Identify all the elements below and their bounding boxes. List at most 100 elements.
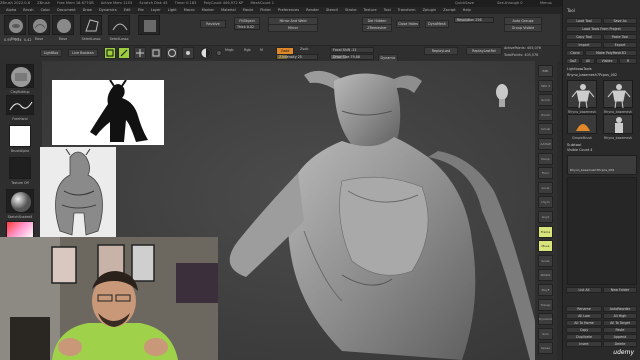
clone-button[interactable]: Clone — [566, 50, 584, 56]
color-swatch[interactable] — [216, 50, 222, 56]
z-intensity-slider[interactable]: Z Intensity 25 — [276, 54, 318, 60]
material-sphere[interactable] — [200, 47, 212, 59]
nav-button-dynamic[interactable]: Dynamic — [538, 313, 553, 326]
menu-item-alpha[interactable]: Alpha — [6, 8, 16, 12]
all-to-target-button[interactable]: All To Target — [603, 320, 637, 326]
nav-button-scroll[interactable]: Scroll — [538, 94, 553, 107]
group-visible-button[interactable]: Group Visible — [504, 24, 542, 32]
menu-item-draw[interactable]: Draw — [83, 8, 92, 12]
mirror-button[interactable]: Mirror — [268, 24, 318, 32]
duplicate-button[interactable]: Duplicate — [566, 334, 602, 340]
zsub-button[interactable]: Zsub — [300, 47, 308, 52]
nav-button-solo[interactable]: Solo — [538, 327, 553, 340]
append-button[interactable]: Append — [603, 334, 637, 340]
make-polymesh3d-button[interactable]: Make PolyMesh3D — [585, 50, 637, 56]
live-boolean-button[interactable]: Live Boolean — [68, 49, 98, 57]
nav-button-actual[interactable]: Actual — [538, 123, 553, 136]
menu-item-preferences[interactable]: Preferences — [278, 8, 299, 12]
menu-item-zscript[interactable]: Zscript — [443, 8, 455, 12]
mrgb-label[interactable]: Mrgb — [225, 48, 234, 53]
goz-visible-button[interactable]: Visible — [596, 58, 618, 64]
replay-last-button[interactable]: ReplayLast — [424, 47, 458, 55]
menu-item-stroke[interactable]: Stroke — [345, 8, 356, 12]
move-button[interactable] — [134, 47, 146, 59]
paste-button[interactable]: Paste — [603, 327, 637, 333]
revolve-button[interactable]: Revolve — [200, 20, 226, 28]
brush-slot[interactable]: ClayBuildup — [6, 64, 34, 94]
zremesher-button[interactable]: ZRemesher — [362, 24, 392, 32]
thick-slider[interactable]: Thick 0.02 — [234, 24, 260, 30]
rename-button[interactable]: Rename — [566, 306, 602, 312]
subtool-item[interactable]: Rhyno_basemesh7Pcpos_002 — [567, 155, 637, 175]
stroke-slot[interactable]: FreeHand — [6, 95, 34, 121]
load-tools-from-project-button[interactable]: Load Tools From Project — [566, 26, 637, 32]
nav-button-zoom[interactable]: Zoom — [538, 108, 553, 121]
menu-item-movie[interactable]: Movie — [243, 8, 254, 12]
tool-thumb[interactable]: Rhyno_basemesh — [603, 114, 633, 140]
nav-button-persp[interactable]: Persp — [538, 152, 553, 165]
menu-item-edit[interactable]: Edit — [124, 8, 131, 12]
tile-unknown[interactable] — [138, 15, 160, 35]
see-through-slider[interactable]: See-through 0 — [497, 0, 523, 7]
copy-button[interactable]: Copy — [566, 327, 602, 333]
alpha-slot[interactable]: BrushAlpha — [9, 125, 31, 153]
tile-move-2[interactable]: Move — [28, 15, 50, 41]
transform-button[interactable] — [182, 47, 194, 59]
subtool-list[interactable] — [567, 177, 637, 285]
menu-item-marker[interactable]: Marker — [202, 8, 214, 12]
menu-item-transform[interactable]: Transform — [398, 8, 416, 12]
nav-button-xpose[interactable]: Xpose — [538, 342, 553, 355]
save-as-button[interactable]: Save As — [603, 18, 637, 24]
menu-item-dynamics[interactable]: Dynamics — [99, 8, 117, 12]
nav-button-rotate[interactable]: Rotate — [538, 269, 553, 282]
delete-button[interactable]: Delete — [603, 341, 637, 347]
tool-thumb[interactable]: Rhyno_basemesh — [567, 80, 597, 114]
menu-item-picker[interactable]: Picker — [260, 8, 271, 12]
lightbox-button[interactable]: LightBox — [40, 49, 62, 57]
all-high-button[interactable]: All High — [603, 313, 637, 319]
goz-r-button[interactable]: R — [619, 58, 637, 64]
autoreorder-button[interactable]: AutoReorder — [603, 306, 637, 312]
draw-size-slider[interactable]: Draw Size 79.88 — [330, 54, 374, 60]
menus-button[interactable]: Menus — [540, 0, 552, 7]
nav-button-frame[interactable]: Frame — [538, 225, 553, 238]
menu-item-light[interactable]: Light — [168, 8, 177, 12]
lightbox-tools-label[interactable]: Lightbox▸Tools — [567, 67, 592, 72]
nav-button-move[interactable]: Move — [538, 240, 553, 253]
tool-thumb[interactable]: Rhyno_basemesh — [603, 80, 633, 114]
subtool-header[interactable]: Subtool — [567, 142, 581, 147]
scale-button[interactable] — [150, 47, 162, 59]
dynamesh-button[interactable]: DynaMesh — [425, 20, 449, 28]
nav-button-bpr[interactable]: BPR — [538, 65, 553, 77]
menu-item-zplugin[interactable]: Zplugin — [423, 8, 437, 12]
menu-item-document[interactable]: Document — [57, 8, 76, 12]
menu-item-render[interactable]: Render — [306, 8, 319, 12]
all-to-home-button[interactable]: All To Home — [566, 320, 602, 326]
resolution-slider[interactable]: Resolution 256 — [454, 17, 494, 23]
tile-move[interactable]: Move — [4, 15, 26, 41]
nav-button-lsym[interactable]: LSym — [538, 196, 553, 209]
tool-thumb[interactable]: SimpleBrush — [567, 114, 597, 140]
menu-item-texture[interactable]: Texture — [364, 8, 377, 12]
nav-button-gxyz[interactable]: Gxyz — [538, 211, 553, 223]
nav-button-aahalf[interactable]: AAHalf — [538, 138, 553, 150]
menu-item-help[interactable]: Help — [463, 8, 471, 12]
focal-shift-slider[interactable]: Focal Shift -11 — [330, 47, 374, 53]
tile-selectlasso-2[interactable]: SelectLasso — [108, 15, 130, 41]
quicksave-button[interactable]: QuickSave — [455, 0, 474, 7]
nav-button-scale[interactable]: Scale — [538, 254, 553, 267]
goz-button[interactable]: GoZ — [566, 58, 580, 64]
nav-button-transp[interactable]: Transp — [538, 298, 553, 311]
import-button[interactable]: Import — [566, 42, 602, 48]
nav-button-local[interactable]: Local — [538, 181, 553, 194]
all-low-button[interactable]: All Low — [566, 313, 602, 319]
texture-slot[interactable]: Texture Off — [9, 157, 31, 185]
replay-last-rel-button[interactable]: ReplayLastRel — [466, 47, 502, 55]
menu-item-brush[interactable]: Brush — [23, 8, 33, 12]
list-all-button[interactable]: List All — [566, 287, 602, 293]
nav-button-floor[interactable]: Floor — [538, 167, 553, 180]
m-label[interactable]: M — [260, 48, 263, 53]
export-button[interactable]: Export — [603, 42, 637, 48]
rotate-button[interactable] — [166, 47, 178, 59]
menu-item-color[interactable]: Color — [41, 8, 50, 12]
